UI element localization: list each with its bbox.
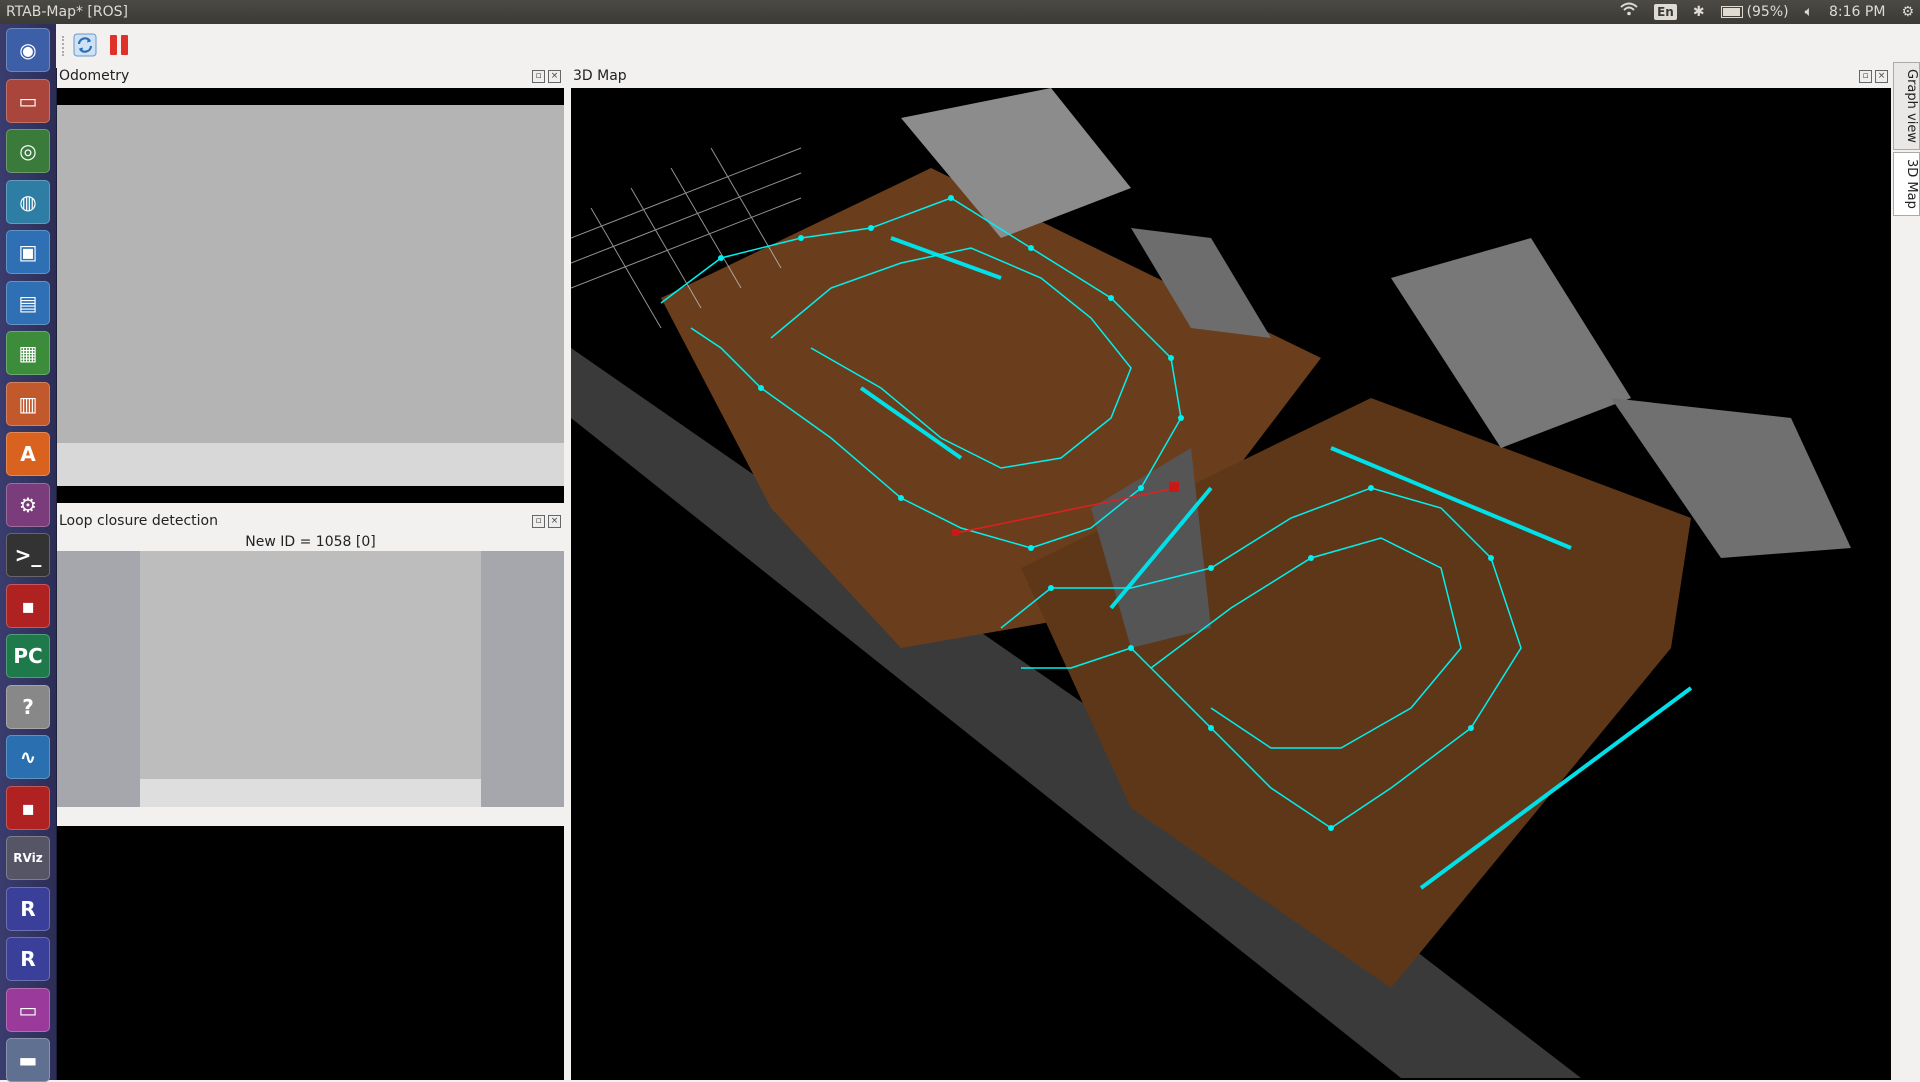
files-icon[interactable]: ▭ xyxy=(6,78,50,123)
rviz-icon[interactable]: RViz xyxy=(6,836,50,880)
loop-image-wall xyxy=(140,551,481,779)
chrome-icon[interactable]: ◎ xyxy=(6,129,50,173)
files-icon-glyph: ▭ xyxy=(18,88,38,113)
software-center-icon-glyph: A xyxy=(20,442,36,466)
pause-button[interactable] xyxy=(104,30,134,60)
globe-icon[interactable]: ◍ xyxy=(6,179,50,224)
workspace-icon[interactable]: ▭ xyxy=(6,987,50,1032)
top-menu-bar: RTAB-Map* [ROS] En ✱ (95%) 🔈︎ 8:16 PM ⚙ xyxy=(0,0,1920,24)
loop-image-floor xyxy=(140,779,481,807)
map3d-viewer[interactable] xyxy=(571,88,1891,1080)
impress-icon-glyph: ▥ xyxy=(18,391,38,416)
odometry-view[interactable] xyxy=(57,88,564,503)
odometry-panel-controls: ▫ × xyxy=(532,70,561,83)
workspace-icon-glyph: ▭ xyxy=(18,997,38,1022)
virtualbox-icon[interactable]: ▣ xyxy=(6,230,50,274)
current-pose-marker xyxy=(1169,482,1179,492)
ubuntu-dash-icon[interactable]: ◉ xyxy=(6,28,50,72)
trash-icon[interactable]: ▬ xyxy=(6,1038,50,1082)
battery-icon xyxy=(1720,6,1743,18)
calc-icon-glyph: ▦ xyxy=(18,341,38,365)
rviz-icon-glyph: RViz xyxy=(13,851,43,865)
rtabmap-icon-glyph: R xyxy=(20,896,36,921)
main-toolbar xyxy=(56,24,1920,68)
system-monitor-icon-glyph: ∿ xyxy=(19,745,37,769)
app-red-icon-glyph: ▪ xyxy=(21,593,35,618)
wifi-icon[interactable] xyxy=(1620,0,1638,24)
terminal-icon[interactable]: >_ xyxy=(6,533,50,577)
bluetooth-icon[interactable]: ✱ xyxy=(1693,0,1705,24)
gear-icon[interactable]: ⚙ xyxy=(1901,0,1914,24)
battery-indicator[interactable]: (95%) xyxy=(1720,0,1789,24)
window-title: RTAB-Map* [ROS] xyxy=(6,4,128,20)
loop-pose-marker xyxy=(952,529,959,536)
float-panel-icon[interactable]: ▫ xyxy=(1859,70,1872,83)
loop-closure-match-view[interactable] xyxy=(57,826,564,1080)
keyboard-layout-indicator[interactable]: En xyxy=(1654,4,1677,20)
settings-icon-glyph: ⚙ xyxy=(19,492,37,517)
loop-closure-panel-title: Loop closure detection xyxy=(59,513,218,529)
system-monitor-icon[interactable]: ∿ xyxy=(6,735,50,779)
ubuntu-dash-icon-glyph: ◉ xyxy=(19,38,37,62)
launcher: ◉ ▭ ◎ ◍ ▣ ▤ ▦ ▥ A ⚙ >_ ▪ PC? ∿ ▪ RViz R R ▭ ▬ xyxy=(0,24,57,1082)
refresh-icon xyxy=(73,33,97,57)
loop-closure-new-id: New ID = 1058 [0] xyxy=(245,534,376,550)
toolbar-handle[interactable] xyxy=(62,36,67,56)
float-panel-icon[interactable]: ▫ xyxy=(532,70,545,83)
system-tray: En ✱ (95%) 🔈︎ 8:16 PM ⚙ xyxy=(1620,0,1914,24)
right-side-tabs: Graph view 3D Map xyxy=(1893,62,1920,218)
float-panel-icon[interactable]: ▫ xyxy=(532,515,545,528)
rtabmap-icon-2-glyph: R xyxy=(20,947,36,971)
virtualbox-icon-glyph: ▣ xyxy=(18,240,38,264)
volume-icon[interactable]: 🔈︎ xyxy=(1805,0,1813,24)
loop-closure-panel-controls: ▫ × xyxy=(532,515,561,528)
close-icon[interactable]: × xyxy=(1875,70,1888,83)
map3d-panel-title: 3D Map xyxy=(573,68,627,84)
close-icon[interactable]: × xyxy=(548,515,561,528)
odometry-panel-title: Odometry xyxy=(59,68,130,84)
globe-icon-glyph: ◍ xyxy=(19,189,37,214)
app-red-icon-2-glyph: ▪ xyxy=(21,795,35,820)
odometry-image-floor xyxy=(57,443,564,486)
tab-3d-map[interactable]: 3D Map xyxy=(1893,151,1920,216)
pycharm-icon[interactable]: PC xyxy=(6,634,50,678)
pause-icon xyxy=(110,35,128,55)
app-red-icon[interactable]: ▪ xyxy=(6,583,50,628)
chrome-icon-glyph: ◎ xyxy=(19,139,37,163)
battery-percent: (95%) xyxy=(1746,4,1789,20)
writer-icon-glyph: ▤ xyxy=(18,290,38,315)
impress-icon[interactable]: ▥ xyxy=(6,381,50,426)
point-cloud-render xyxy=(571,88,1891,1080)
unknown-app-icon-glyph: ? xyxy=(22,694,34,719)
map3d-panel-controls: ▫ × xyxy=(1859,70,1888,83)
loop-closure-image[interactable] xyxy=(57,551,564,807)
terminal-icon-glyph: >_ xyxy=(14,543,42,567)
close-icon[interactable]: × xyxy=(548,70,561,83)
software-center-icon[interactable]: A xyxy=(6,432,50,476)
refresh-button[interactable] xyxy=(70,30,100,60)
app-red-icon-2[interactable]: ▪ xyxy=(6,785,50,830)
rtabmap-icon[interactable]: R xyxy=(6,886,50,931)
clock[interactable]: 8:16 PM xyxy=(1829,0,1885,24)
writer-icon[interactable]: ▤ xyxy=(6,280,50,325)
pycharm-icon-glyph: PC xyxy=(13,644,43,668)
tab-graph-view[interactable]: Graph view xyxy=(1893,62,1920,150)
settings-icon[interactable]: ⚙ xyxy=(6,482,50,527)
trash-icon-glyph: ▬ xyxy=(18,1048,38,1072)
calc-icon[interactable]: ▦ xyxy=(6,331,50,375)
unknown-app-icon[interactable]: ? xyxy=(6,684,50,729)
rtabmap-icon-2[interactable]: R xyxy=(6,937,50,981)
odometry-image xyxy=(57,105,564,443)
